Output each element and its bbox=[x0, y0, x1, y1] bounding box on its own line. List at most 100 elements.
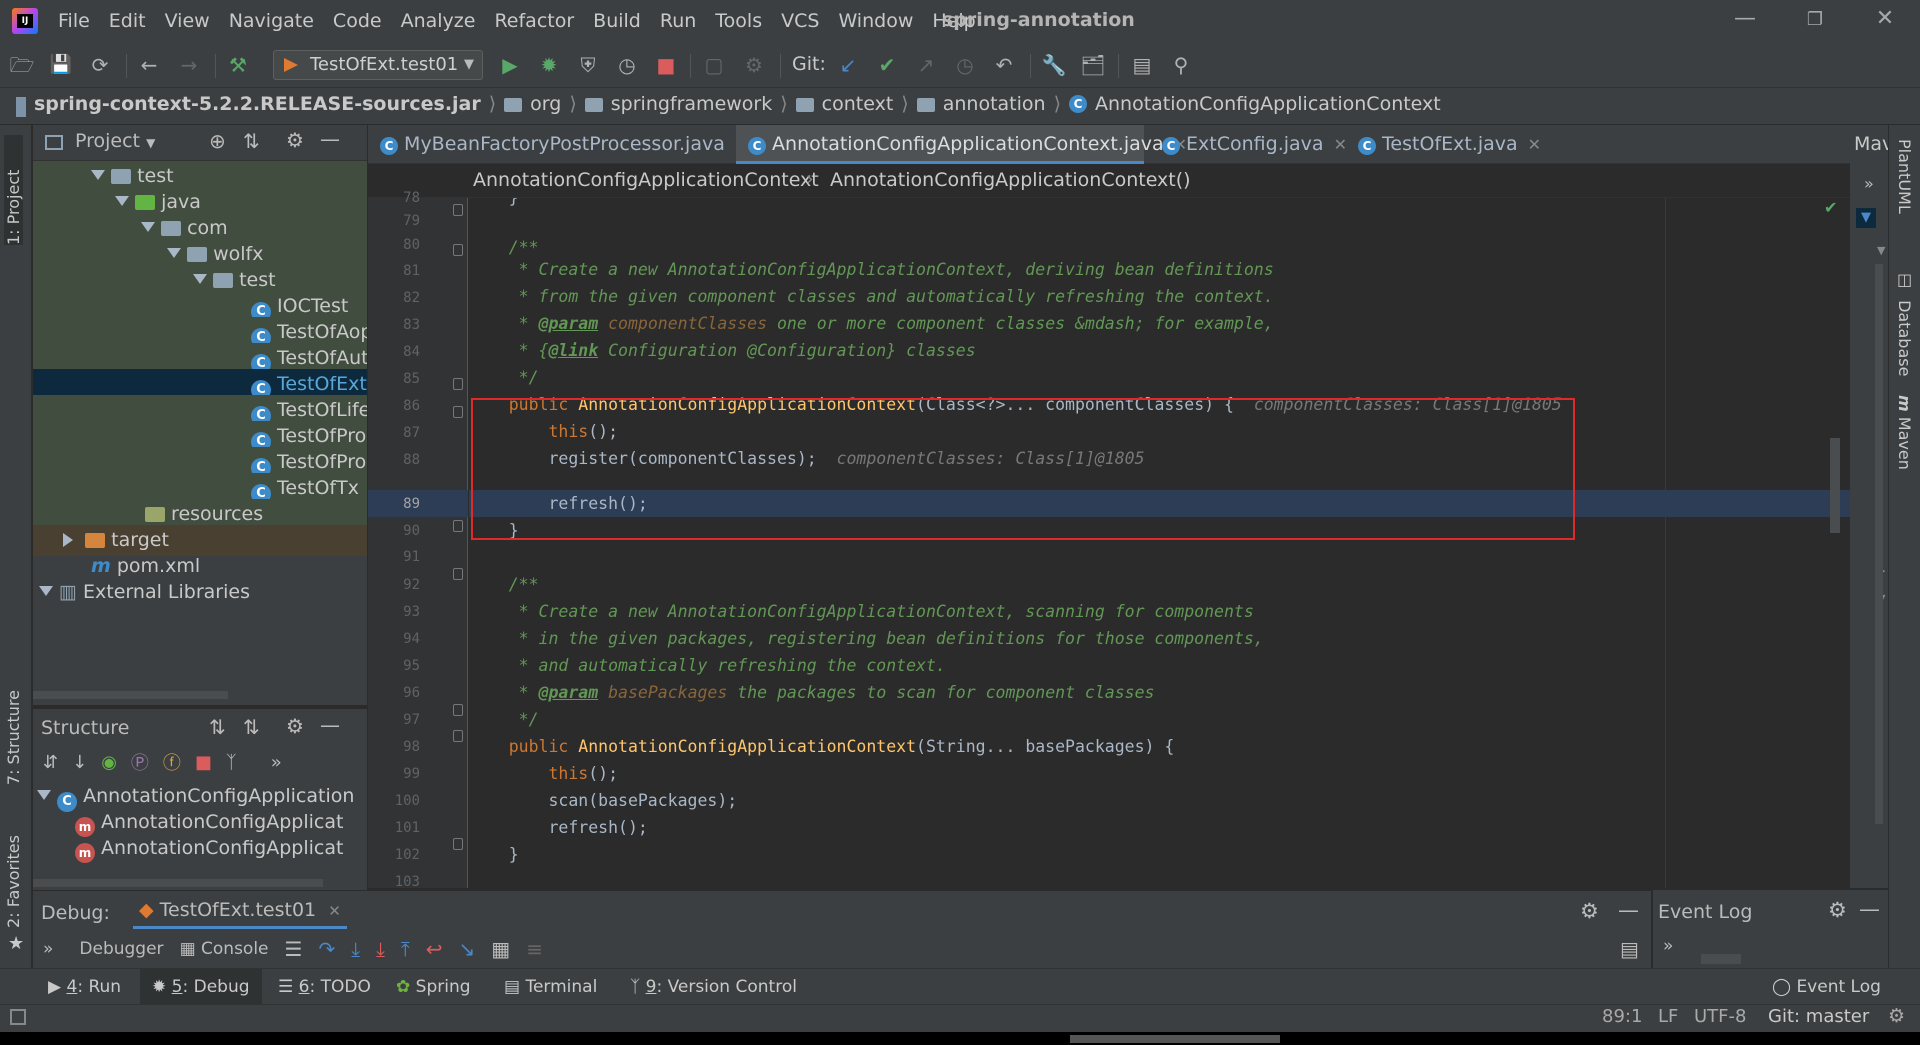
fold-marker-icon[interactable] bbox=[453, 704, 463, 716]
hide-panel-icon[interactable]: — bbox=[320, 713, 340, 737]
breadcrumb-jar[interactable]: spring-context-5.2.2.RELEASE-sources.jar bbox=[34, 93, 481, 115]
git-push-icon[interactable]: ↗ bbox=[912, 51, 940, 79]
close-tab-icon[interactable]: ✕ bbox=[328, 902, 341, 920]
event-log-tool-tab[interactable]: ◯ Event Log bbox=[1772, 977, 1881, 997]
horizontal-scrollbar[interactable] bbox=[1701, 954, 1741, 964]
crumb-method[interactable]: AnnotationConfigApplicationContext() bbox=[830, 169, 1191, 191]
check-ok-icon[interactable]: ✔ bbox=[1824, 198, 1837, 217]
run-tool-tab[interactable]: ▶ 4: Run bbox=[48, 977, 121, 997]
vertical-scrollbar[interactable] bbox=[1830, 438, 1840, 533]
gear-icon[interactable]: ⚙ bbox=[286, 714, 304, 738]
settings-wrench-icon[interactable]: 🔧 bbox=[1040, 51, 1068, 79]
breadcrumb-annotation[interactable]: annotation bbox=[943, 93, 1046, 115]
fold-marker-icon[interactable] bbox=[453, 204, 463, 216]
fold-marker-icon[interactable] bbox=[453, 244, 463, 256]
project-structure-icon[interactable]: 🗂 bbox=[1079, 51, 1107, 79]
stop-icon[interactable]: ■ bbox=[652, 51, 680, 79]
trace-icon[interactable]: ≡ bbox=[526, 937, 543, 961]
presentation-icon[interactable]: ▤ bbox=[1128, 51, 1156, 79]
git-branch[interactable]: Git: master bbox=[1768, 1006, 1869, 1027]
plantuml-tool-tab[interactable]: PlantUML bbox=[1895, 139, 1914, 214]
save-all-icon[interactable]: 💾 bbox=[47, 51, 75, 79]
spring-tool-tab[interactable]: ✿ Spring bbox=[396, 977, 471, 997]
rollback-icon[interactable]: ↶ bbox=[990, 51, 1018, 79]
more-icon[interactable]: » bbox=[43, 939, 53, 959]
locate-target-icon[interactable]: ⊕ bbox=[209, 129, 226, 153]
menu-run[interactable]: Run bbox=[660, 10, 696, 32]
toggle-tool-windows-icon[interactable] bbox=[10, 1009, 26, 1025]
collapse-all-icon[interactable]: ⇅ bbox=[243, 129, 260, 153]
menu-vcs[interactable]: VCS bbox=[781, 10, 819, 32]
gear-icon[interactable]: ⚙ bbox=[1580, 899, 1599, 923]
forward-arrow-icon[interactable]: → bbox=[175, 51, 203, 79]
run-configuration-select[interactable]: TestOfExt.test01 ▼ bbox=[273, 50, 483, 80]
frames-list-icon[interactable]: ☰ bbox=[285, 937, 303, 961]
breadcrumb-springframework[interactable]: springframework bbox=[611, 93, 772, 115]
hide-panel-icon[interactable]: — bbox=[1859, 897, 1880, 921]
hide-panel-icon[interactable]: — bbox=[1618, 898, 1639, 922]
project-view-select[interactable]: Project ▼ bbox=[75, 130, 155, 152]
project-tool-tab[interactable]: 1: Project bbox=[4, 135, 23, 245]
gear-icon[interactable]: ⚙ bbox=[1828, 898, 1847, 922]
fold-marker-icon[interactable] bbox=[453, 406, 463, 418]
back-arrow-icon[interactable]: ← bbox=[135, 51, 163, 79]
debug-session-tab[interactable]: ◆ TestOfExt.test01 ✕ bbox=[133, 895, 347, 929]
maven-panel-stub[interactable]: Mav bbox=[1850, 125, 1888, 164]
caret-position[interactable]: 89:1 bbox=[1602, 1006, 1642, 1027]
layout-settings-icon[interactable]: ▤ bbox=[1620, 937, 1639, 961]
coverage-icon[interactable]: ⛨ bbox=[574, 51, 602, 79]
step-out-icon[interactable]: ⤒ bbox=[401, 937, 410, 961]
minimize-icon[interactable]: — bbox=[1725, 6, 1765, 31]
vertical-scrollbar[interactable] bbox=[1875, 264, 1883, 824]
menu-refactor[interactable]: Refactor bbox=[494, 10, 574, 32]
favorites-tool-tab[interactable]: 2: Favorites bbox=[4, 835, 23, 928]
restore-icon[interactable]: ❐ bbox=[1795, 9, 1835, 30]
menu-view[interactable]: View bbox=[165, 10, 210, 32]
profile-icon[interactable]: ◷ bbox=[613, 51, 641, 79]
horizontal-scrollbar[interactable] bbox=[33, 879, 323, 887]
more-icon[interactable]: » bbox=[271, 752, 282, 773]
breadcrumb-org[interactable]: org bbox=[530, 93, 561, 115]
expand-all-icon[interactable]: ⇅ bbox=[209, 715, 226, 739]
menu-tools[interactable]: Tools bbox=[715, 10, 762, 32]
anonymous-classes-icon[interactable]: ᛉ bbox=[226, 752, 237, 773]
terminal-tool-tab[interactable]: ▤ Terminal bbox=[504, 977, 597, 997]
version-control-tool-tab[interactable]: ᛉ 9: Version Control bbox=[630, 977, 797, 997]
breadcrumb-context[interactable]: context bbox=[822, 93, 894, 115]
force-step-into-icon[interactable]: ⤓ bbox=[376, 937, 385, 961]
close-tab-icon[interactable]: ✕ bbox=[1334, 135, 1347, 154]
breadcrumb-class[interactable]: AnnotationConfigApplicationContext bbox=[1095, 93, 1441, 115]
menu-edit[interactable]: Edit bbox=[109, 10, 146, 32]
sort-visibility-icon[interactable]: ⇵ bbox=[43, 752, 58, 773]
inspector-icon[interactable]: ⚙ bbox=[1888, 1005, 1905, 1027]
run-icon[interactable]: ▶ bbox=[496, 51, 524, 79]
project-structure-disabled-icon[interactable]: ⚙ bbox=[740, 51, 768, 79]
debug-tool-tab[interactable]: ✹ 5: Debug bbox=[140, 969, 262, 1005]
menu-window[interactable]: Window bbox=[838, 10, 913, 32]
tree-item-external-libraries[interactable]: ▥ External Libraries bbox=[33, 577, 367, 608]
tab-extconfig[interactable]: C ExtConfig.java ✕ bbox=[1150, 125, 1347, 164]
step-over-icon[interactable]: ↷ bbox=[318, 937, 335, 961]
scroll-down-icon[interactable]: ▼ bbox=[1877, 244, 1885, 257]
crumb-class[interactable]: AnnotationConfigApplicationContext bbox=[473, 169, 819, 191]
menu-file[interactable]: File bbox=[58, 10, 90, 32]
tab-annotationconfigapplicationcontext[interactable]: C AnnotationConfigApplicationContext.jav… bbox=[736, 125, 1187, 164]
show-inherited-icon[interactable]: ◉ bbox=[101, 752, 117, 773]
git-update-icon[interactable]: ↙ bbox=[834, 51, 862, 79]
git-history-icon[interactable]: ◷ bbox=[951, 51, 979, 79]
drop-frame-icon[interactable]: ↩ bbox=[426, 937, 443, 961]
fold-marker-icon[interactable] bbox=[453, 730, 463, 742]
console-tab[interactable]: ▦ Console bbox=[180, 939, 269, 959]
git-commit-icon[interactable]: ✔ bbox=[873, 51, 901, 79]
show-properties-icon[interactable]: Ⓟ bbox=[131, 749, 149, 775]
sync-icon[interactable]: ⟳ bbox=[86, 51, 114, 79]
close-window-icon[interactable]: ✕ bbox=[1865, 6, 1905, 31]
open-folder-icon[interactable]: 🗁 bbox=[8, 51, 36, 79]
scrollbar-thumb[interactable] bbox=[1070, 1035, 1280, 1043]
build-hammer-icon[interactable]: ⚒ bbox=[224, 51, 252, 79]
fold-marker-icon[interactable] bbox=[453, 520, 463, 532]
gear-icon[interactable]: ⚙ bbox=[286, 128, 304, 152]
menu-code[interactable]: Code bbox=[333, 10, 382, 32]
search-icon[interactable]: ⚲ bbox=[1167, 51, 1195, 79]
close-tab-icon[interactable]: ✕ bbox=[1528, 135, 1541, 154]
